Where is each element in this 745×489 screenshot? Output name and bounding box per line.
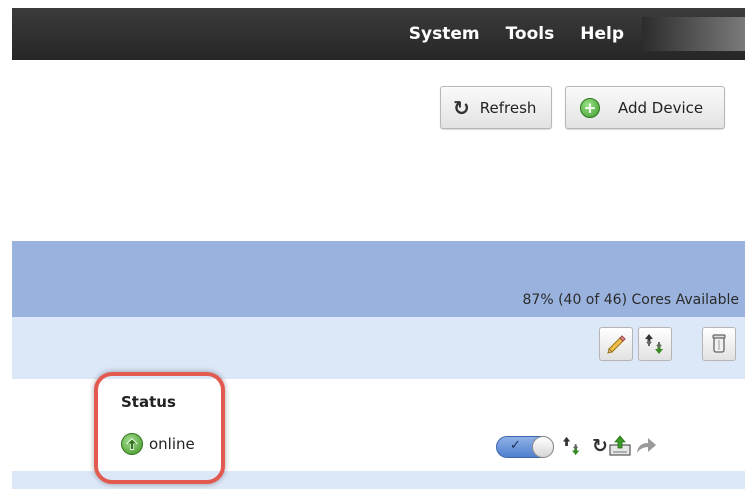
- row-redirect-icon[interactable]: [634, 433, 658, 459]
- trash-icon: [712, 334, 726, 353]
- device-row: Status online ✓ ↻: [12, 379, 738, 471]
- add-device-button-label: Add Device: [618, 98, 704, 117]
- row-move-icon[interactable]: [560, 433, 584, 459]
- add-circle-icon: +: [580, 97, 600, 118]
- menu-tools[interactable]: Tools: [506, 24, 555, 44]
- move-updown-icon: [645, 334, 663, 354]
- redirect-arrow-icon: [637, 438, 656, 453]
- toggle-knob: [532, 436, 554, 458]
- pencil-icon: [607, 335, 626, 354]
- deploy-icon: [609, 435, 631, 456]
- status-text: online: [149, 435, 195, 453]
- add-device-button[interactable]: + Add Device: [565, 86, 725, 129]
- top-menu-bar: System Tools Help: [12, 8, 745, 60]
- cluster-header: 87% (40 of 46) Cores Available: [12, 241, 745, 317]
- move-button[interactable]: [638, 327, 672, 361]
- menu-help[interactable]: Help: [580, 24, 624, 44]
- edit-button[interactable]: [599, 327, 633, 361]
- move-updown-icon: [562, 436, 580, 456]
- refresh-button[interactable]: ↻ Refresh: [440, 86, 552, 129]
- device-actions-bar: [12, 317, 745, 379]
- user-menu-area[interactable]: [642, 17, 745, 51]
- arrow-up-circle-icon: [121, 433, 143, 455]
- toggle-switch[interactable]: ✓: [496, 436, 554, 458]
- row-deploy-icon[interactable]: [608, 433, 632, 459]
- row-separator: [12, 471, 745, 489]
- check-icon: ✓: [510, 438, 521, 453]
- refresh-button-label: Refresh: [479, 98, 537, 117]
- menu-system[interactable]: System: [409, 24, 480, 44]
- cores-available: 87% (40 of 46) Cores Available: [522, 292, 739, 308]
- status-value: online: [121, 433, 195, 455]
- status-column-header: Status: [121, 393, 176, 411]
- delete-button[interactable]: [702, 327, 736, 361]
- refresh-icon: ↻: [453, 95, 470, 120]
